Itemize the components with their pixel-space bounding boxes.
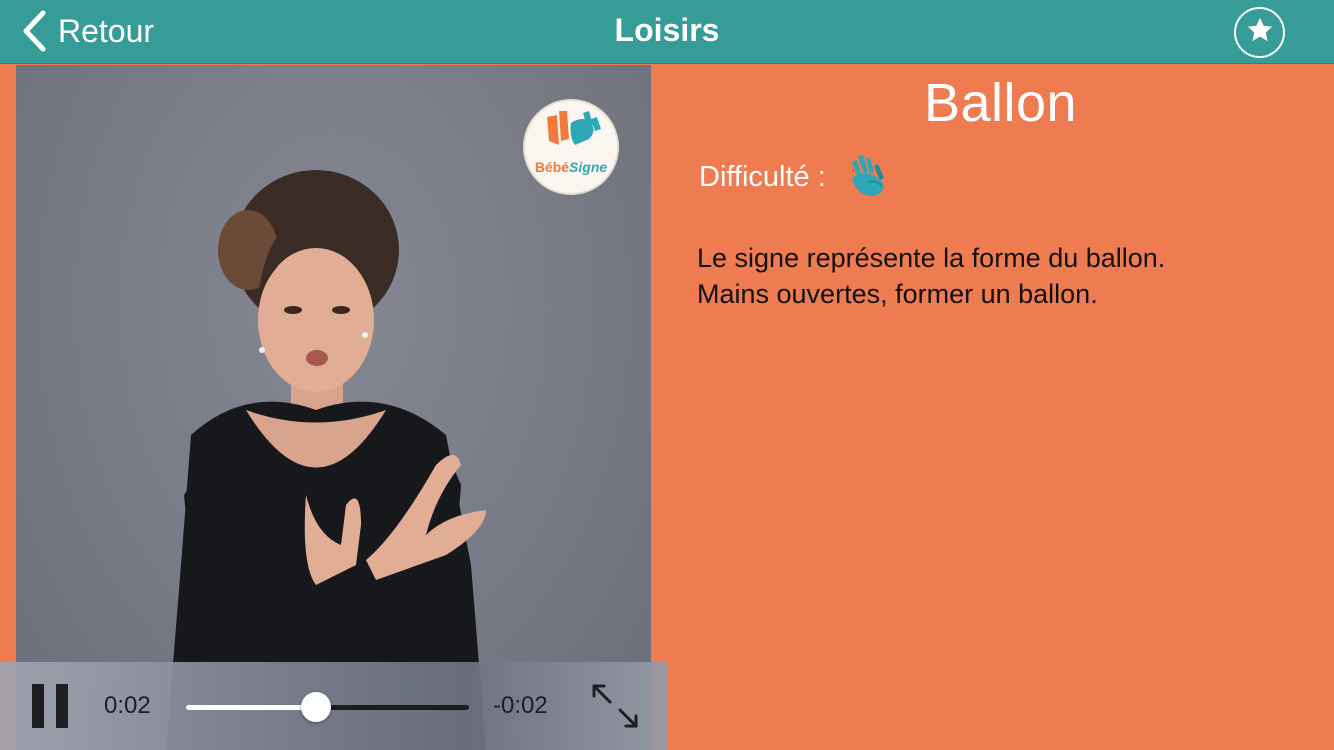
logo-text: BébéSigne xyxy=(525,159,617,175)
description-line-2: Mains ouvertes, former un ballon. xyxy=(697,279,1098,309)
bebe-signe-logo: BébéSigne xyxy=(523,99,619,195)
navigation-bar: Retour Loisirs xyxy=(0,0,1334,64)
back-button[interactable]: Retour xyxy=(22,8,154,54)
progress-thumb[interactable] xyxy=(301,692,332,722)
description-line-1: Le signe représente la forme du ballon. xyxy=(697,243,1166,273)
favorite-button[interactable] xyxy=(1234,7,1285,58)
progress-slider[interactable] xyxy=(186,692,469,722)
pause-button[interactable] xyxy=(30,684,72,728)
expand-icon xyxy=(590,684,642,736)
sign-word-title: Ballon xyxy=(923,73,1078,133)
chevron-left-icon xyxy=(22,10,46,52)
sign-description: Le signe représente la forme du ballon. … xyxy=(697,240,1307,312)
pause-icon-bar-left xyxy=(32,684,44,728)
hands-logo-icon xyxy=(547,111,601,145)
remaining-time: -0:02 xyxy=(493,692,548,719)
video-player[interactable]: BébéSigne xyxy=(16,65,651,750)
star-icon xyxy=(1245,15,1275,50)
logo-text-signe: Signe xyxy=(569,159,608,175)
pause-icon-bar-right xyxy=(56,684,68,728)
fullscreen-button[interactable] xyxy=(590,682,642,732)
difficulty-label: Difficulté : xyxy=(699,160,826,193)
elapsed-time: 0:02 xyxy=(104,692,151,719)
video-controls: 0:02 -0:02 xyxy=(0,662,667,750)
difficulty-row: Difficulté : xyxy=(699,152,890,202)
hands-icon xyxy=(846,152,890,203)
back-label: Retour xyxy=(58,12,155,49)
logo-text-bebe: Bébé xyxy=(534,159,570,175)
page-title: Loisirs xyxy=(614,12,720,48)
progress-fill xyxy=(186,705,317,710)
